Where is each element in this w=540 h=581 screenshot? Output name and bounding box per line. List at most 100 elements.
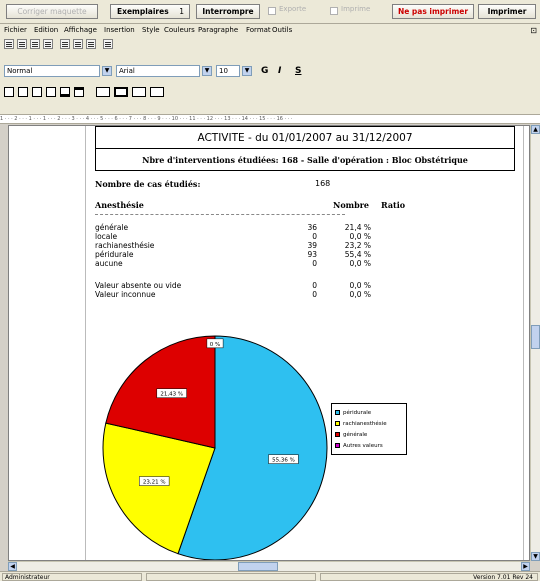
legend-item: péridurale: [335, 409, 371, 417]
row-ratio: 0,0 %: [349, 259, 371, 268]
legend-item: rachianesthésie: [335, 420, 387, 428]
font-size-select[interactable]: 10: [216, 65, 240, 77]
scroll-right-icon[interactable]: ▶: [521, 562, 530, 571]
scroll-thumb[interactable]: [531, 325, 540, 349]
svg-text:21,43 %: 21,43 %: [160, 392, 183, 398]
imprime-label: Imprime: [341, 5, 371, 13]
imprimer-button[interactable]: Imprimer: [478, 4, 536, 19]
ne-pas-imprimer-button[interactable]: Ne pas imprimer: [392, 4, 474, 19]
menu-style[interactable]: Style: [142, 24, 160, 37]
bold-button[interactable]: G: [261, 66, 268, 76]
frame-box-icon[interactable]: [4, 87, 14, 97]
row-count: 0: [312, 290, 317, 299]
row-ratio: 0,0 %: [349, 290, 371, 299]
frame-box-icon[interactable]: [32, 87, 42, 97]
action-toolbar: Corriger maquette Exemplaires 1 Interrom…: [0, 0, 540, 24]
frame-thick-icon[interactable]: [114, 87, 128, 97]
font-select[interactable]: Arial: [116, 65, 200, 77]
menu-outils[interactable]: Outils: [272, 24, 292, 37]
exporte-checkbox[interactable]: [268, 7, 276, 15]
exporte-label: Exporte: [279, 5, 307, 13]
italic-button[interactable]: I: [278, 66, 281, 76]
cases-label: Nombre de cas étudiés:: [95, 179, 201, 189]
align-left-icon[interactable]: [4, 39, 14, 49]
indent-center-icon[interactable]: [73, 39, 83, 49]
right-margin-line: [523, 126, 524, 560]
status-bar: Administrateur Version 7.01 Rev 24: [0, 571, 540, 581]
menu-format[interactable]: Format: [246, 24, 271, 37]
paragraph-toolbar: [0, 37, 540, 52]
legend-label: péridurale: [343, 410, 372, 416]
exemplaires-button[interactable]: Exemplaires 1: [110, 4, 190, 19]
font-size-dropdown-icon[interactable]: ▼: [242, 66, 252, 76]
legend-item: Autres valeurs: [335, 442, 383, 450]
indent-right-icon[interactable]: [86, 39, 96, 49]
font-dropdown-icon[interactable]: ▼: [202, 66, 212, 76]
frame-box-icon[interactable]: [18, 87, 28, 97]
cases-value: 168: [315, 179, 331, 188]
row-count: 0: [312, 259, 317, 268]
legend-label: Autres valeurs: [343, 443, 383, 449]
document-area: ACTIVITE - du 01/01/2007 au 31/12/2007 N…: [8, 125, 530, 561]
scroll-up-icon[interactable]: ▲: [531, 125, 540, 134]
column-nombre: Nombre: [333, 200, 370, 210]
frame-box-icon[interactable]: [46, 87, 56, 97]
chart-legend: péridurale rachianesthésie générale Autr…: [331, 403, 407, 455]
svg-text:0 %: 0 %: [210, 342, 220, 348]
report-subtitle: Nbre d'interventions étudiées: 168 - Sal…: [142, 155, 468, 165]
exemplaires-label: Exemplaires: [117, 7, 169, 16]
frame-wide-icon[interactable]: [150, 87, 164, 97]
scroll-thumb[interactable]: [238, 562, 278, 571]
frame-top-icon[interactable]: [74, 87, 84, 97]
row-label: Valeur inconnue: [95, 290, 156, 299]
table-row: aucune 0 0,0 %: [95, 259, 395, 269]
divider: [95, 214, 345, 215]
scroll-down-icon[interactable]: ▼: [531, 552, 540, 561]
status-user: Administrateur: [2, 573, 142, 581]
menu-couleurs[interactable]: Couleurs: [164, 24, 195, 37]
menu-insertion[interactable]: Insertion: [104, 24, 135, 37]
status-version: Version 7.01 Rev 24: [320, 573, 538, 581]
style-dropdown-icon[interactable]: ▼: [102, 66, 112, 76]
configure-button[interactable]: Corriger maquette: [6, 4, 98, 19]
menu-paragraphe[interactable]: Paragraphe: [198, 24, 238, 37]
legend-swatch: [335, 432, 340, 437]
frame-wide-icon[interactable]: [132, 87, 146, 97]
horizontal-scrollbar[interactable]: ◀ ▶: [8, 561, 530, 571]
table-row: Valeur inconnue 0 0,0 %: [95, 290, 395, 300]
indent-left-icon[interactable]: [60, 39, 70, 49]
exemplaires-count[interactable]: 1: [179, 5, 184, 18]
align-center-icon[interactable]: [17, 39, 27, 49]
vertical-scrollbar[interactable]: ▲ ▼: [530, 125, 540, 561]
underline-button[interactable]: S: [295, 66, 301, 76]
justify-icon[interactable]: [43, 39, 53, 49]
frame-bottom-icon[interactable]: [60, 87, 70, 97]
align-right-icon[interactable]: [30, 39, 40, 49]
format-toolbar: Normal ▼ Arial ▼ 10 ▼ G I S: [0, 52, 540, 82]
column-ratio: Ratio: [381, 200, 406, 210]
menu-affichage[interactable]: Affichage: [64, 24, 97, 37]
scroll-left-icon[interactable]: ◀: [8, 562, 17, 571]
frame-wide-icon[interactable]: [96, 87, 110, 97]
imprime-checkbox[interactable]: [330, 7, 338, 15]
svg-text:23,21 %: 23,21 %: [143, 480, 166, 486]
menu-edition[interactable]: Edition: [34, 24, 58, 37]
menu-fichier[interactable]: Fichier: [4, 24, 27, 37]
legend-item: générale: [335, 431, 367, 439]
section-label: Anesthésie: [95, 200, 144, 210]
menu-bar: Fichier Edition Affichage Insertion Styl…: [0, 24, 540, 37]
slice-label: 23,21 %: [139, 476, 170, 486]
report-header: ACTIVITE - du 01/01/2007 au 31/12/2007 N…: [95, 126, 515, 171]
report-title: ACTIVITE - du 01/01/2007 au 31/12/2007: [96, 127, 514, 149]
bullet-list-icon[interactable]: [103, 39, 113, 49]
close-doc-icon[interactable]: ⊡: [530, 24, 537, 37]
report-page: ACTIVITE - du 01/01/2007 au 31/12/2007 N…: [95, 126, 515, 560]
legend-label: rachianesthésie: [343, 421, 387, 427]
ruler[interactable]: 1 · · · 2 · · · 1 · · · 1 · · · 2 · · · …: [0, 114, 540, 124]
style-select[interactable]: Normal: [4, 65, 100, 77]
legend-label: générale: [343, 432, 368, 438]
legend-swatch: [335, 443, 340, 448]
row-label: aucune: [95, 259, 123, 268]
interrompre-button[interactable]: Interrompre: [196, 4, 260, 19]
legend-swatch: [335, 421, 340, 426]
